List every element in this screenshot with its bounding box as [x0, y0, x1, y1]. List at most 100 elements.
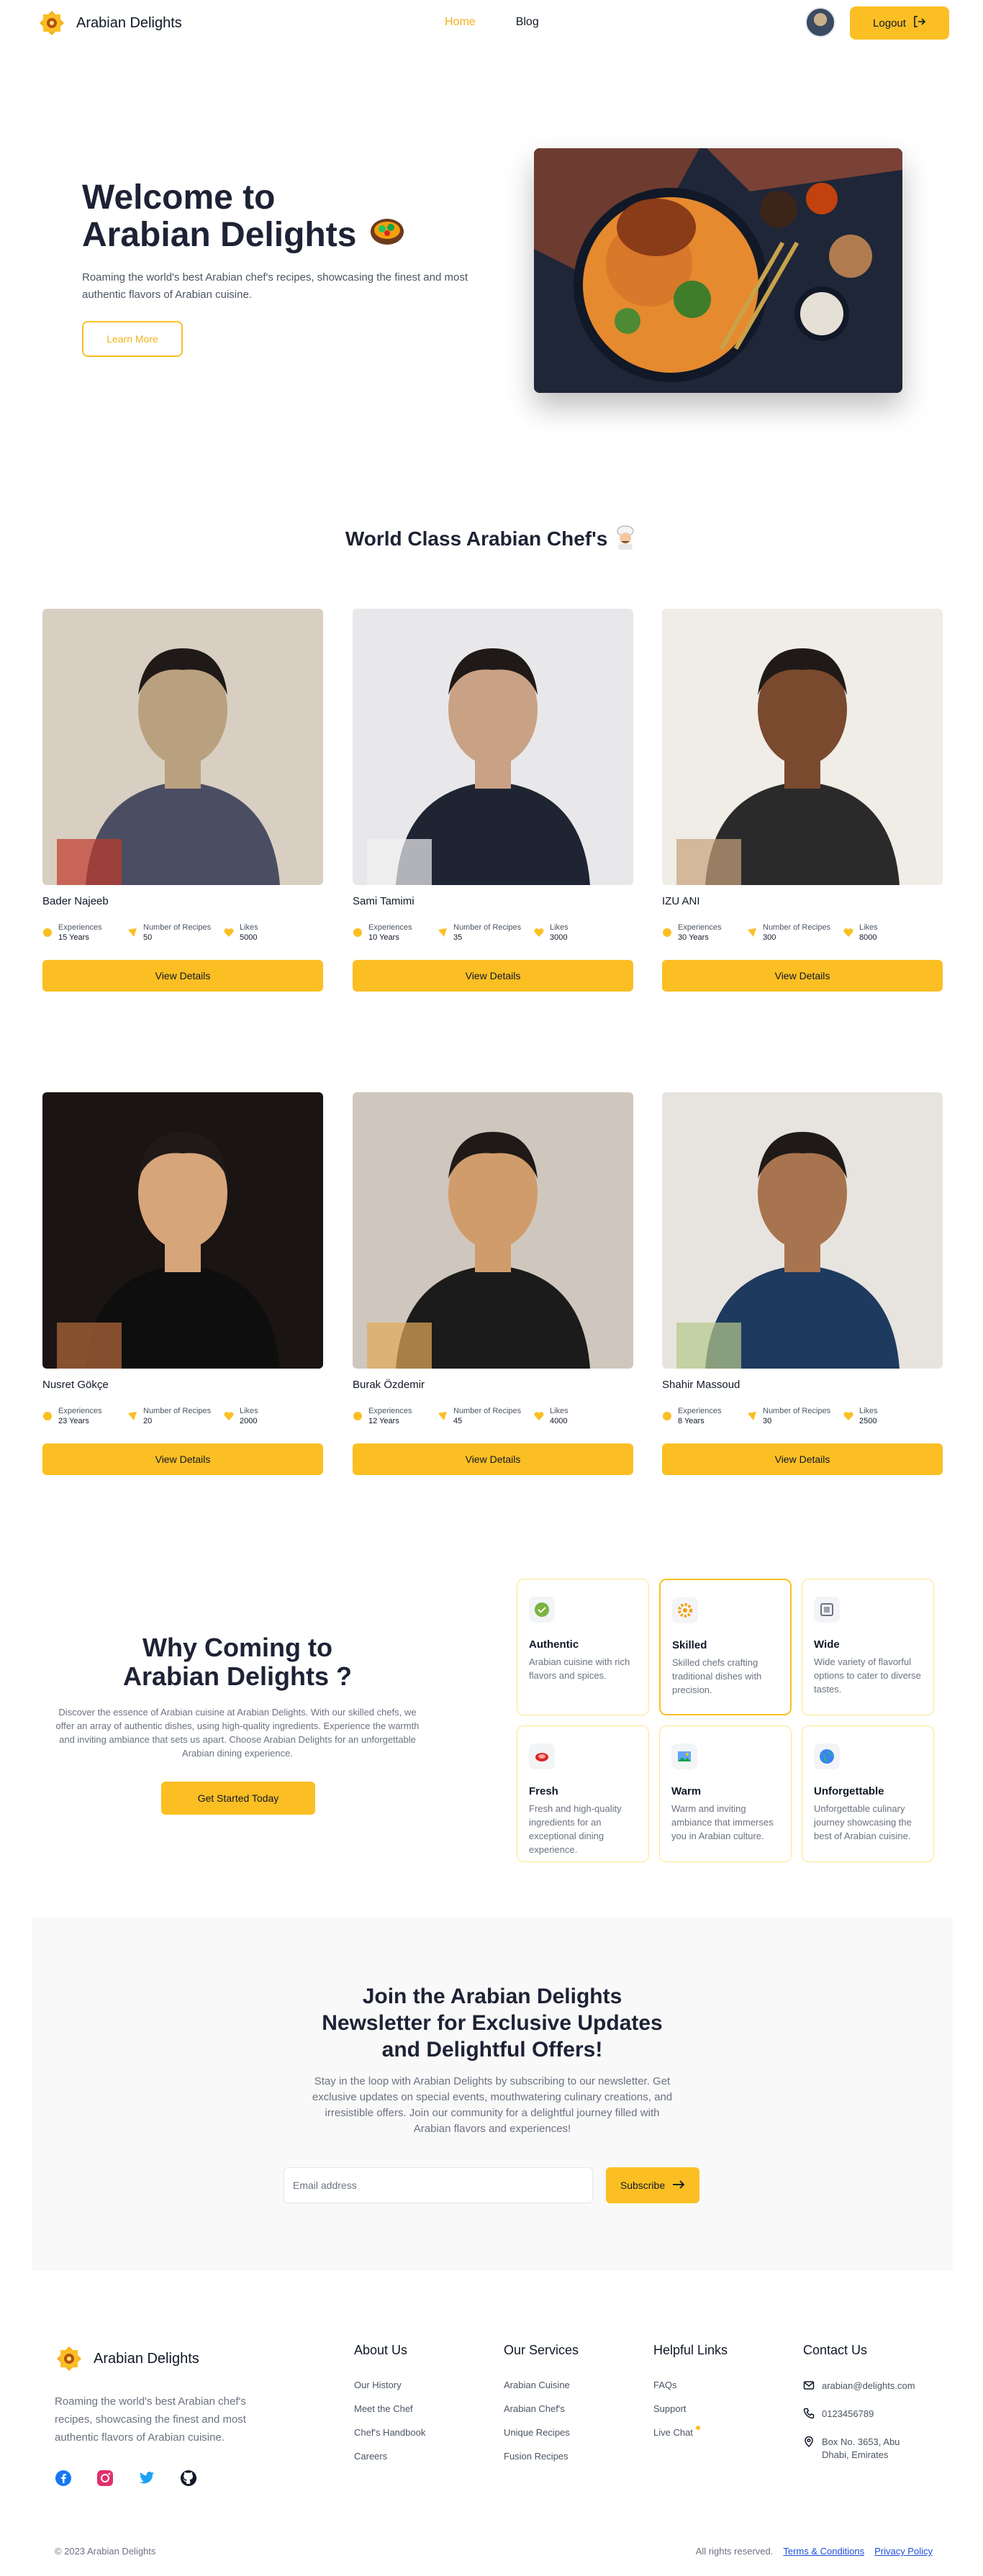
hero-subtitle: Roaming the world's best Arabian chef's …	[82, 271, 468, 301]
newsletter-title: Join the Arabian Delights Newsletter for…	[32, 1983, 953, 2063]
nav-link-blog[interactable]: Blog	[516, 16, 539, 29]
footer-about-column: About Us Our History Meet the Chef Chef'…	[354, 2343, 425, 2475]
twitter-icon[interactable]	[138, 2470, 155, 2487]
feature-title: Wide	[814, 1638, 840, 1651]
feature-text: Fresh and high-quality ingredients for a…	[529, 1803, 622, 1855]
stat-value: 4000	[550, 1417, 568, 1425]
recipe-flag-icon	[747, 928, 757, 938]
stat-label: Likes	[550, 923, 568, 932]
footer-link-our-history[interactable]: Our History	[354, 2380, 425, 2390]
footer-link-arabian-chefs[interactable]: Arabian Chef's	[504, 2403, 579, 2414]
heart-icon	[534, 928, 544, 938]
newsletter-title-line2: Newsletter for Exclusive Updates	[322, 2011, 663, 2035]
nav-link-home[interactable]: Home	[445, 16, 476, 29]
stat-recipes: Number of Recipes 20	[127, 1407, 224, 1426]
brand[interactable]: Arabian Delights	[37, 9, 182, 37]
feature-card: Fresh Fresh and high-quality ingredients …	[517, 1725, 649, 1862]
chef-name: Nusret Gökçe	[42, 1379, 109, 1391]
picture-icon	[671, 1743, 697, 1769]
footer-contact-column: Contact Us arabian@delights.com 01234567…	[803, 2343, 915, 2475]
mail-icon	[803, 2380, 815, 2395]
stat-likes: Likes 4000	[534, 1407, 620, 1426]
hero-title: Welcome to Arabian Delights	[82, 180, 405, 255]
logout-button[interactable]: Logout	[850, 6, 949, 40]
recipe-flag-icon	[438, 928, 448, 938]
view-details-button[interactable]: View Details	[353, 960, 633, 992]
footer-link-careers[interactable]: Careers	[354, 2451, 425, 2462]
get-started-button[interactable]: Get Started Today	[161, 1782, 315, 1815]
footer-link-live-chat[interactable]: Live Chat	[653, 2426, 728, 2438]
feature-card: Authentic Arabian cuisine with rich flavo…	[517, 1579, 649, 1715]
view-details-button[interactable]: View Details	[42, 1443, 323, 1475]
chef-photo	[662, 609, 943, 885]
footer-link-arabian-cuisine[interactable]: Arabian Cuisine	[504, 2380, 579, 2390]
chef-stats: Experiences 10 Years Number of Recipes 35 Li…	[353, 923, 633, 943]
stat-value: 8 Years	[678, 1417, 705, 1425]
footer-services-column: Our Services Arabian Cuisine Arabian Che…	[504, 2343, 579, 2475]
stat-likes: Likes 8000	[843, 923, 930, 943]
github-icon[interactable]	[180, 2470, 197, 2487]
stat-value: 300	[763, 933, 776, 942]
chef-card: Bader Najeeb Experiences 15 Years Number of…	[42, 609, 323, 992]
chef-card: Sami Tamimi Experiences 10 Years Number of …	[353, 609, 633, 992]
hero-title-line2: Arabian Delights	[82, 216, 357, 254]
learn-more-button[interactable]: Learn More	[82, 321, 183, 357]
feature-title: Skilled	[672, 1639, 707, 1651]
footer-link-faqs[interactable]: FAQs	[653, 2380, 728, 2390]
view-details-button[interactable]: View Details	[353, 1443, 633, 1475]
stat-value: 2000	[240, 1417, 258, 1425]
footer-link-chefs-handbook[interactable]: Chef's Handbook	[354, 2427, 425, 2438]
stat-value: 23 Years	[58, 1417, 89, 1425]
experience-dot-icon	[662, 928, 672, 938]
stat-recipes: Number of Recipes 300	[747, 923, 843, 943]
footer-link-fusion-recipes[interactable]: Fusion Recipes	[504, 2451, 579, 2462]
stat-value: 50	[143, 933, 153, 942]
experience-dot-icon	[353, 928, 363, 938]
stat-likes: Likes 3000	[534, 923, 620, 943]
stat-label: Number of Recipes	[143, 923, 212, 932]
stat-value: 30 Years	[678, 933, 709, 942]
terms-link[interactable]: Terms & Conditions	[783, 2546, 864, 2557]
check-badge-icon	[529, 1597, 555, 1623]
copyright-text: © 2023 Arabian Delights	[55, 2546, 156, 2557]
newsletter-text: Stay in the loop with Arabian Delights b…	[312, 2075, 673, 2135]
footer-brand-name: Arabian Delights	[94, 2350, 199, 2367]
footer-description: Roaming the world's best Arabian chef's …	[55, 2395, 246, 2444]
feature-title: Authentic	[529, 1638, 579, 1651]
gear-icon	[672, 1597, 698, 1623]
heart-icon	[224, 1411, 234, 1421]
chefs-title-text: World Class Arabian Chef's	[345, 527, 608, 550]
email-input[interactable]	[284, 2167, 593, 2203]
privacy-link[interactable]: Privacy Policy	[874, 2546, 933, 2557]
footer-link-support[interactable]: Support	[653, 2403, 728, 2414]
stat-label: Likes	[859, 923, 878, 932]
stat-label: Number of Recipes	[143, 1407, 212, 1415]
stat-value: 20	[143, 1417, 153, 1425]
feature-text: Wide variety of flavorful options to cat…	[814, 1656, 921, 1695]
address-line2: Dhabi, Emirates	[822, 2449, 889, 2460]
subscribe-button[interactable]: Subscribe	[606, 2167, 699, 2203]
contact-email[interactable]: arabian@delights.com	[803, 2380, 915, 2395]
footer-link-unique-recipes[interactable]: Unique Recipes	[504, 2427, 579, 2438]
view-details-button[interactable]: View Details	[662, 960, 943, 992]
contact-phone[interactable]: 0123456789	[803, 2408, 915, 2423]
stat-value: 2500	[859, 1417, 877, 1425]
logout-icon	[912, 14, 926, 32]
footer-link-meet-the-chef[interactable]: Meet the Chef	[354, 2403, 425, 2414]
stat-experience: Experiences 12 Years	[353, 1407, 438, 1426]
chef-card: IZU ANI Experiences 30 Years Number of Reci…	[662, 609, 943, 992]
heart-icon	[843, 928, 853, 938]
stat-label: Experiences	[368, 923, 412, 932]
view-details-button[interactable]: View Details	[662, 1443, 943, 1475]
footer-brand[interactable]: Arabian Delights	[55, 2344, 199, 2373]
stat-label: Likes	[859, 1407, 878, 1415]
rights-text: All rights reserved.	[695, 2546, 774, 2557]
instagram-icon[interactable]	[96, 2470, 114, 2487]
facebook-icon[interactable]	[55, 2470, 72, 2487]
brand-name: Arabian Delights	[76, 14, 182, 31]
stat-recipes: Number of Recipes 35	[438, 923, 534, 943]
live-indicator-dot	[695, 2426, 700, 2430]
view-details-button[interactable]: View Details	[42, 960, 323, 992]
user-avatar[interactable]	[805, 7, 835, 37]
chef-stats: Experiences 30 Years Number of Recipes 300 L…	[662, 923, 943, 943]
